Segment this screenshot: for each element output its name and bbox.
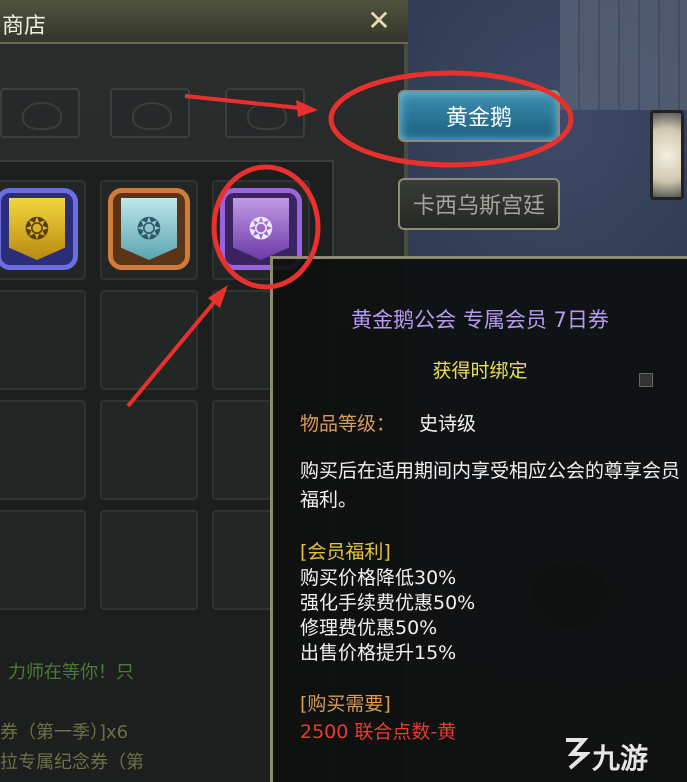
watermark-text: 九游: [592, 742, 649, 775]
item-slot[interactable]: [100, 510, 198, 610]
category-tab-strip: [0, 88, 320, 144]
benefit-title: [会员福利]: [300, 541, 391, 563]
background-hint-text: 力师在等你！只: [8, 662, 134, 683]
bind-status: 获得时绑定: [432, 360, 528, 382]
requirement-title: [购买需要]: [300, 693, 391, 715]
guild-gold-badge-icon[interactable]: ❂: [0, 188, 78, 270]
lantern-icon: [650, 110, 684, 200]
guild-button-cassius-court[interactable]: 卡西乌斯宫廷: [398, 178, 560, 230]
benefit-item: 购买价格降低30%: [300, 567, 457, 589]
item-name: 黄金鹅公会 专属会员 7日券: [351, 308, 609, 332]
item-slot[interactable]: [0, 290, 86, 390]
item-grade-label: 物品等级：: [300, 413, 396, 435]
item-slot[interactable]: ❂: [100, 180, 198, 280]
item-tooltip: 黄金鹅公会 专属会员 7日券 获得时绑定 物品等级： 史诗级 购买后在适用期间内…: [270, 256, 687, 782]
benefit-item: 修理费优惠50%: [300, 617, 438, 639]
item-slot[interactable]: [100, 400, 198, 500]
benefit-item: 出售价格提升15%: [300, 642, 457, 664]
background-hint-text: 券（第一季）]x6: [0, 722, 129, 743]
close-x-icon[interactable]: ✕: [364, 6, 394, 36]
category-tab[interactable]: [0, 88, 80, 138]
guild-cyan-badge-icon[interactable]: ❂: [108, 188, 190, 270]
category-tab[interactable]: [225, 88, 305, 138]
item-description: 购买后在适用期间内享受相应公会的尊享会员福利。: [300, 460, 681, 511]
guild-button-golden-goose[interactable]: 黄金鹅: [398, 90, 560, 142]
shop-title: 商店: [2, 14, 47, 39]
background-hint-text: 拉专属纪念券（第: [0, 752, 144, 773]
item-slot[interactable]: [0, 400, 86, 500]
guild-button-label: 卡西乌斯宫廷: [412, 194, 545, 219]
requirement-value: 2500 联合点数-黄: [300, 721, 457, 743]
item-slot[interactable]: [0, 510, 86, 610]
chevron-down-icon: [639, 373, 653, 387]
item-grade-value: 史诗级: [419, 413, 477, 435]
building-wall: [560, 0, 687, 110]
watermark-logo-icon: [566, 738, 590, 770]
shop-title-bar: 商店 ✕: [0, 0, 408, 44]
guild-button-label: 黄金鹅: [445, 106, 512, 131]
benefit-item: 强化手续费优惠50%: [300, 592, 476, 614]
item-slot[interactable]: [100, 290, 198, 390]
category-tab[interactable]: [110, 88, 190, 138]
item-slot[interactable]: ❂: [0, 180, 86, 280]
